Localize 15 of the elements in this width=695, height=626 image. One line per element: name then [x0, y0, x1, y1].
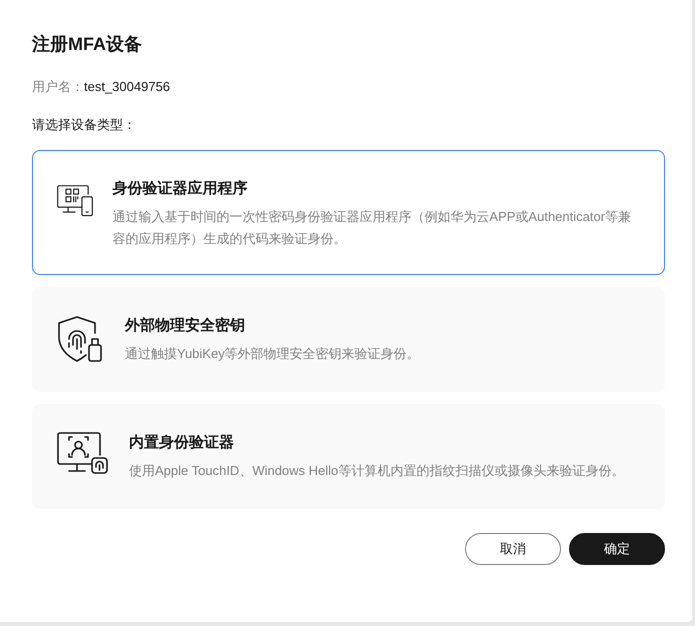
device-type-title: 外部物理安全密钥: [125, 316, 246, 336]
device-type-title: 身份验证器应用程序: [112, 179, 248, 199]
device-type-description: 通过触摸YubiKey等外部物理安全密钥来验证身份。: [125, 345, 420, 363]
device-type-title: 内置身份验证器: [129, 433, 235, 453]
device-type-card[interactable]: 外部物理安全密钥 通过触摸YubiKey等外部物理安全密钥来验证身份。: [32, 287, 665, 392]
cancel-button[interactable]: 取消: [465, 533, 561, 565]
device-type-description: 使用Apple TouchID、Windows Hello等计算机内置的指纹扫描仪或摄像头来验证身份。: [129, 462, 624, 480]
device-type-card[interactable]: 内置身份验证器 使用Apple TouchID、Windows Hello等计算机内置的指纹扫描仪或摄像头来验证身份。: [32, 404, 665, 509]
username-label: 用户名：: [32, 78, 84, 96]
confirm-button[interactable]: 确定: [569, 533, 665, 565]
prompt-text: 请选择设备类型：: [32, 116, 136, 134]
device-type-card[interactable]: 身份验证器应用程序 通过输入基于时间的一次性密码身份验证器应用程序（例如华为云APP或Authenticator等兼容的应用程序）生成的代码来验证身份。: [32, 150, 665, 275]
username-value: test_30049756: [84, 78, 170, 96]
device-type-description: 通过输入基于时间的一次性密码身份验证器应用程序（例如华为云APP或Authenticator等兼容的应用程序）生成的代码来验证身份。: [112, 208, 632, 248]
dialog-title: 注册MFA设备: [32, 33, 143, 56]
